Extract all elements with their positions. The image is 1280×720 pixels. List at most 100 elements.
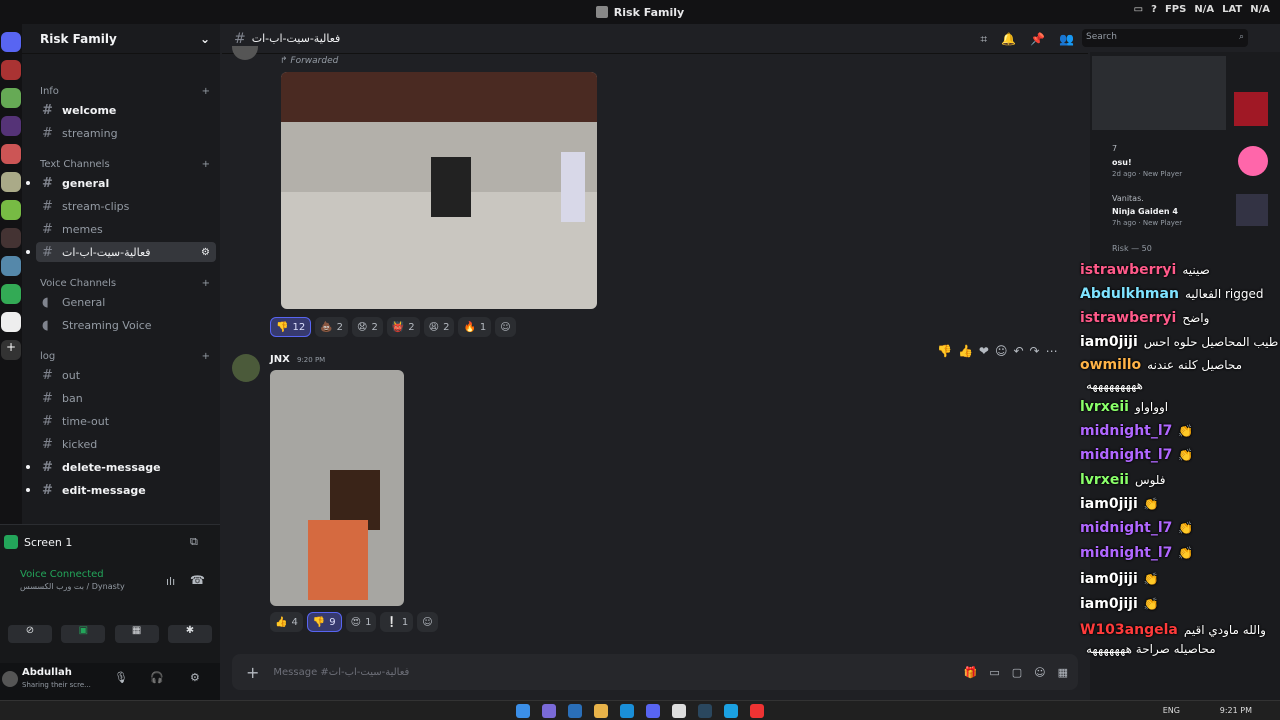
attachment-image-shelf[interactable] xyxy=(270,370,404,606)
bell-icon[interactable]: 🔔 xyxy=(1001,32,1016,47)
reaction-weary[interactable]: 😩 2 xyxy=(423,317,455,337)
attachment-image-kitchen[interactable] xyxy=(281,72,597,309)
reaction-ogre[interactable]: 👹 2 xyxy=(386,317,420,337)
popout-icon[interactable]: ⧉ xyxy=(190,535,198,549)
reaction-exclamation[interactable]: ❕ 1 xyxy=(380,612,414,632)
author-name[interactable]: JNX xyxy=(270,354,290,365)
server-icon[interactable] xyxy=(1,88,21,108)
apps-icon[interactable]: ▦ xyxy=(1058,666,1068,679)
channel-general[interactable]: # general xyxy=(26,173,216,193)
gift-icon[interactable]: 🎁 xyxy=(964,666,978,679)
server-icon[interactable] xyxy=(1,60,21,80)
channel-time-out[interactable]: # time-out xyxy=(36,411,216,431)
activities-icon[interactable]: ▦ xyxy=(114,625,159,643)
chat-username[interactable]: midnight_l7 xyxy=(1080,545,1172,561)
server-header[interactable]: Risk Family ⌄ xyxy=(22,24,220,54)
reaction-fire[interactable]: 🔥 1 xyxy=(458,317,492,337)
channel-stream-clips[interactable]: # stream-clips xyxy=(36,196,216,216)
language-indicator[interactable]: ENG xyxy=(1163,706,1180,715)
plus-icon[interactable]: + xyxy=(202,159,210,170)
plus-icon[interactable]: + xyxy=(202,86,210,97)
avatar[interactable] xyxy=(232,46,258,60)
category-log[interactable]: log + xyxy=(40,351,210,362)
reaction-thumbs-down[interactable]: 👎 12 xyxy=(270,317,312,337)
plus-icon[interactable]: + xyxy=(202,351,210,362)
chat-username[interactable]: midnight_l7 xyxy=(1080,447,1172,463)
channel-streaming[interactable]: # streaming xyxy=(36,123,216,143)
sticker-icon[interactable]: ▢ xyxy=(1012,666,1022,679)
add-reaction-icon[interactable]: ☺ xyxy=(995,344,1008,358)
inbox-icon[interactable]: ▭ xyxy=(1134,4,1143,15)
avatar[interactable] xyxy=(232,354,260,382)
plus-icon[interactable]: + xyxy=(202,278,210,289)
channel-active[interactable]: # فعالية-سيت-اب-ات ⚙ xyxy=(26,242,216,262)
chat-username[interactable]: iam0jiji xyxy=(1080,596,1138,612)
clock[interactable]: 9:21 PM xyxy=(1220,706,1252,715)
chat-username[interactable]: Abdulkhman xyxy=(1080,286,1179,302)
category-text[interactable]: Text Channels + xyxy=(40,159,210,170)
app-icon[interactable] xyxy=(672,703,686,718)
voice-status[interactable]: Voice Connected xyxy=(20,569,104,580)
member-name[interactable]: Vanitas. xyxy=(1112,194,1144,203)
channel-voice-general[interactable]: ◖ General xyxy=(36,292,216,312)
chat-username[interactable]: midnight_l7 xyxy=(1080,520,1172,536)
help-icon[interactable]: ? xyxy=(1151,4,1157,15)
thumbs-up-icon[interactable]: 👍 xyxy=(958,344,973,358)
channel-streaming-voice[interactable]: ◖ Streaming Voice xyxy=(36,315,216,335)
pin-icon[interactable]: 📌 xyxy=(1030,32,1045,47)
edge-icon[interactable] xyxy=(620,703,634,718)
soundboard-icon[interactable]: ✱ xyxy=(167,625,212,643)
chat-username[interactable]: iam0jiji xyxy=(1080,571,1138,587)
stream-thumbnail[interactable] xyxy=(1234,92,1268,126)
reaction-thumbs-down[interactable]: 👎 9 xyxy=(306,612,342,632)
copilot-icon[interactable] xyxy=(542,703,556,718)
server-icon[interactable] xyxy=(1,284,21,304)
members-icon[interactable]: 👥 xyxy=(1059,32,1074,47)
disconnect-icon[interactable]: ☎ xyxy=(190,573,205,587)
sound-icon[interactable]: ılı xyxy=(166,575,175,588)
chat-username[interactable]: lvrxeii xyxy=(1080,472,1129,488)
reaction-heart-eyes[interactable]: 😍 1 xyxy=(345,612,377,632)
settings-icon[interactable]: ⚙ xyxy=(201,247,210,258)
search-input[interactable]: Search ⌕ xyxy=(1082,29,1248,47)
plus-icon[interactable]: + xyxy=(246,663,259,682)
chat-username[interactable]: iam0jiji xyxy=(1080,496,1138,512)
channel-memes[interactable]: # memes xyxy=(36,219,216,239)
message-composer[interactable]: + Message #فعالية-سيت-اب-ات 🎁 ▭ ▢ ☺ ▦ xyxy=(232,654,1078,690)
server-icon[interactable] xyxy=(1,200,21,220)
folder-icon[interactable] xyxy=(594,703,608,718)
emoji-icon[interactable]: ☺ xyxy=(1034,666,1045,679)
channel-out[interactable]: # out xyxy=(36,365,216,385)
store-icon[interactable] xyxy=(568,703,582,718)
windows-start-icon[interactable] xyxy=(516,703,530,718)
chat-username[interactable]: midnight_l7 xyxy=(1080,423,1172,439)
channel-kicked[interactable]: # kicked xyxy=(36,434,216,454)
thumbs-down-icon[interactable]: 👎 xyxy=(937,344,952,358)
app-icon[interactable] xyxy=(724,703,738,718)
add-reaction-button[interactable]: ☺ xyxy=(495,317,516,337)
server-icon[interactable] xyxy=(1,312,21,332)
discord-icon[interactable] xyxy=(646,703,660,718)
chat-username[interactable]: istrawberryi xyxy=(1080,262,1176,278)
add-server-icon[interactable]: + xyxy=(1,340,21,360)
channel-welcome[interactable]: # welcome xyxy=(36,100,216,120)
reaction-thumbs-up[interactable]: 👍 4 xyxy=(270,612,303,632)
channel-ban[interactable]: # ban xyxy=(36,388,216,408)
chat-username[interactable]: lvrxeii xyxy=(1080,399,1129,415)
reply-icon[interactable]: ↶ xyxy=(1013,344,1023,358)
member-name[interactable]: 7 xyxy=(1112,144,1117,153)
app-icon[interactable] xyxy=(750,703,764,718)
chat-username[interactable]: iam0jiji xyxy=(1080,334,1138,350)
reaction-poop[interactable]: 💩 2 xyxy=(315,317,349,337)
headphones-icon[interactable]: 🎧 xyxy=(150,671,164,684)
forward-icon[interactable]: ↷ xyxy=(1030,344,1040,358)
server-icon[interactable] xyxy=(1,116,21,136)
channel-edit-message[interactable]: # edit-message xyxy=(26,480,216,500)
chat-username[interactable]: owmillo xyxy=(1080,357,1141,373)
reaction-worried[interactable]: 😧 2 xyxy=(352,317,383,337)
mic-icon[interactable]: 🎙 xyxy=(114,671,128,684)
gif-icon[interactable]: ▭ xyxy=(989,666,999,679)
more-icon[interactable]: ⋯ xyxy=(1046,344,1058,358)
chat-username[interactable]: istrawberryi xyxy=(1080,310,1176,326)
steam-icon[interactable] xyxy=(698,703,712,718)
